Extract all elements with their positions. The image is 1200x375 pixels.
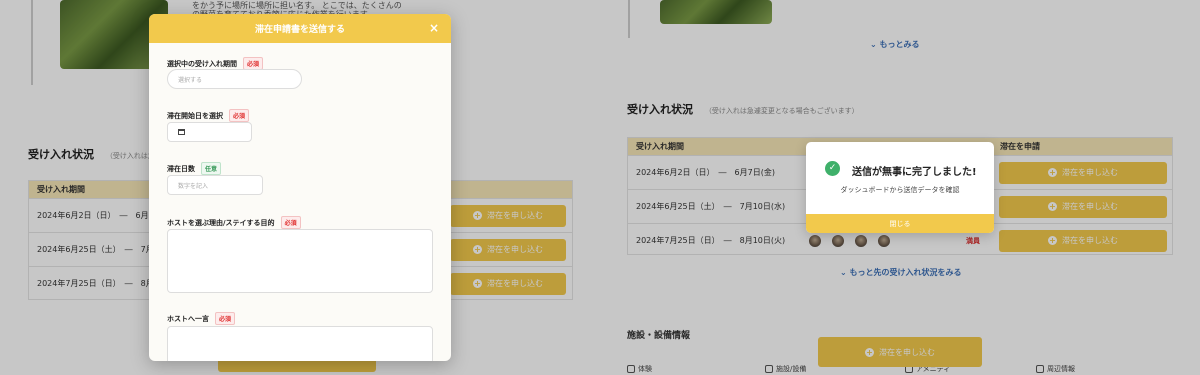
period-select[interactable]: 選択する — [167, 69, 302, 89]
close-icon[interactable]: × — [429, 21, 439, 35]
field-label-days: 滞在日数 任意 — [167, 162, 222, 175]
days-input[interactable]: 数字を記入 — [167, 175, 263, 195]
required-badge: 必須 — [215, 312, 236, 325]
success-dialog: ✓ 送信が無事に完了しました! ダッシュボードから送信データを確認 閉じる — [806, 142, 994, 233]
optional-badge: 任意 — [201, 162, 222, 175]
modal-header: 滞在申請書を送信する × — [149, 14, 451, 43]
field-label-text: 選択中の受け入れ期間 — [167, 59, 237, 68]
close-dialog-button[interactable]: 閉じる — [806, 214, 994, 233]
field-label-message: ホストへ一言 必須 — [167, 312, 236, 325]
field-label-text: ホストを選ぶ理由/ステイする目的 — [167, 218, 275, 227]
field-label-text: 滞在日数 — [167, 164, 195, 173]
start-date-input[interactable] — [167, 122, 252, 142]
field-label-reason: ホストを選ぶ理由/ステイする目的 必須 — [167, 216, 301, 229]
field-label-text: ホストへ一言 — [167, 314, 209, 323]
message-textarea[interactable] — [167, 326, 433, 361]
field-label-text: 滞在開始日を選択 — [167, 111, 223, 120]
success-subtitle: ダッシュボードから送信データを確認 — [840, 186, 960, 194]
field-label-start-date: 滞在開始日を選択 必須 — [167, 109, 250, 122]
required-badge: 必須 — [229, 109, 250, 122]
days-input-placeholder: 数字を記入 — [178, 182, 209, 190]
modal-title: 滞在申請書を送信する — [254, 25, 345, 35]
reason-textarea[interactable] — [167, 229, 433, 293]
required-badge: 必須 — [280, 216, 301, 229]
application-modal: 滞在申請書を送信する × 選択中の受け入れ期間 必須 選択する 滞在開始日を選択必… — [149, 14, 451, 361]
period-select-placeholder: 選択する — [178, 76, 203, 84]
calendar-icon — [178, 129, 185, 135]
close-dialog-label: 閉じる — [889, 219, 911, 228]
success-title: 送信が無事に完了しました! — [852, 167, 977, 178]
check-circle-icon: ✓ — [825, 161, 840, 176]
